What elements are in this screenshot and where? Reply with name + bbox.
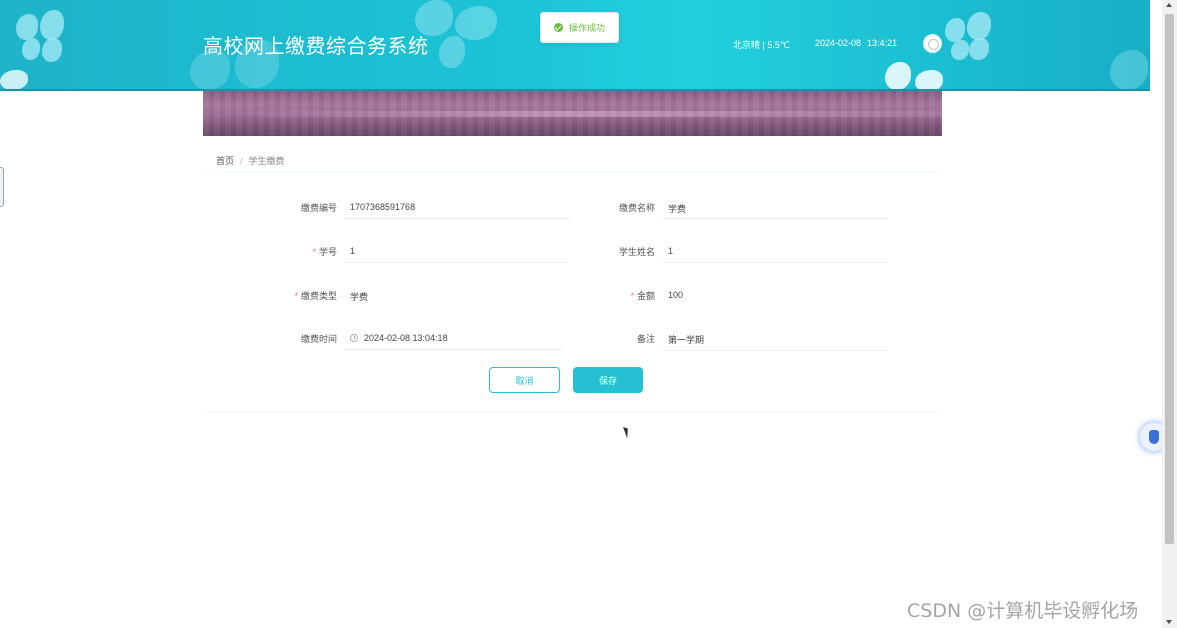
- field-label: 备注: [636, 334, 655, 344]
- save-button[interactable]: 保存: [573, 367, 643, 393]
- form-item-payment-type: * 缴费类型 学费: [283, 283, 567, 307]
- scroll-up-arrow-icon[interactable]: [1166, 3, 1172, 7]
- divider: [206, 171, 940, 172]
- app-title: 高校网上缴费综合务系统: [203, 34, 429, 58]
- form-item-remark: 备注 第一学期: [601, 326, 887, 351]
- weather-info: 北京晴 | 5.5℃: [733, 40, 790, 50]
- check-circle-icon: [553, 23, 563, 32]
- field-label: * 学号: [312, 247, 337, 257]
- field-label: * 缴费类型: [294, 291, 337, 301]
- butterfly-decoration: [0, 70, 30, 89]
- amount-input[interactable]: 100: [663, 283, 887, 307]
- scroll-down-arrow-icon[interactable]: [1166, 620, 1172, 624]
- payment-time-picker[interactable]: 2024-02-08 13:04:18: [345, 326, 563, 350]
- current-time: 13:4:21: [867, 38, 898, 48]
- side-collapse-handle[interactable]: [0, 167, 4, 207]
- field-label: 缴费编号: [300, 203, 337, 213]
- field-label: 学生姓名: [618, 247, 655, 257]
- butterfly-decoration: [885, 58, 945, 89]
- payment-time-value: 2024-02-08 13:04:18: [364, 333, 448, 343]
- butterfly-decoration: [14, 10, 70, 65]
- form-item-payment-no: 缴费编号 1707368591768: [283, 195, 570, 219]
- datetime-display: 2024-02-08 13:4:21: [815, 38, 897, 48]
- mouse-cursor-icon: [623, 425, 631, 439]
- payment-type-select[interactable]: 学费: [345, 283, 567, 307]
- butterfly-decoration: [1110, 50, 1150, 89]
- payment-no-input[interactable]: 1707368591768: [345, 195, 570, 219]
- current-date: 2024-02-08: [815, 38, 862, 48]
- required-mark: *: [630, 291, 634, 301]
- toast-message: 操作成功: [568, 23, 605, 33]
- field-label: 缴费名称: [618, 203, 655, 213]
- payment-name-input[interactable]: 学费: [663, 195, 887, 219]
- success-toast: 操作成功: [540, 12, 619, 43]
- form-item-amount: * 金额 100: [601, 283, 887, 307]
- student-name-input[interactable]: 1: [663, 239, 887, 263]
- required-mark: *: [312, 247, 316, 257]
- breadcrumb: 首页 / 学生缴费: [216, 154, 285, 167]
- required-mark: *: [294, 291, 298, 301]
- watermark-text: CSDN @计算机毕设孵化场: [907, 600, 1139, 622]
- user-avatar-icon[interactable]: [923, 34, 942, 53]
- banner-image: [203, 91, 942, 136]
- field-label: 缴费时间: [300, 334, 337, 344]
- breadcrumb-separator: /: [240, 156, 243, 166]
- form-item-payment-name: 缴费名称 学费: [601, 195, 887, 219]
- form-item-student-name: 学生姓名 1: [601, 239, 887, 263]
- breadcrumb-home[interactable]: 首页: [216, 156, 234, 166]
- breadcrumb-current: 学生缴费: [248, 156, 285, 166]
- field-label: * 金额: [630, 291, 655, 301]
- butterfly-decoration: [945, 12, 995, 62]
- student-no-input[interactable]: 1: [345, 239, 567, 263]
- form-item-payment-time: 缴费时间 2024-02-08 13:04:18: [283, 326, 563, 350]
- form-item-student-no: * 学号 1: [283, 239, 567, 263]
- scroll-thumb[interactable]: [1165, 14, 1174, 544]
- remark-textarea[interactable]: 第一学期: [663, 326, 887, 351]
- cancel-button[interactable]: 取消: [489, 367, 560, 393]
- card-bottom-edge: [206, 412, 940, 413]
- page-scrollbar[interactable]: [1162, 0, 1177, 628]
- clock-icon: [350, 334, 358, 342]
